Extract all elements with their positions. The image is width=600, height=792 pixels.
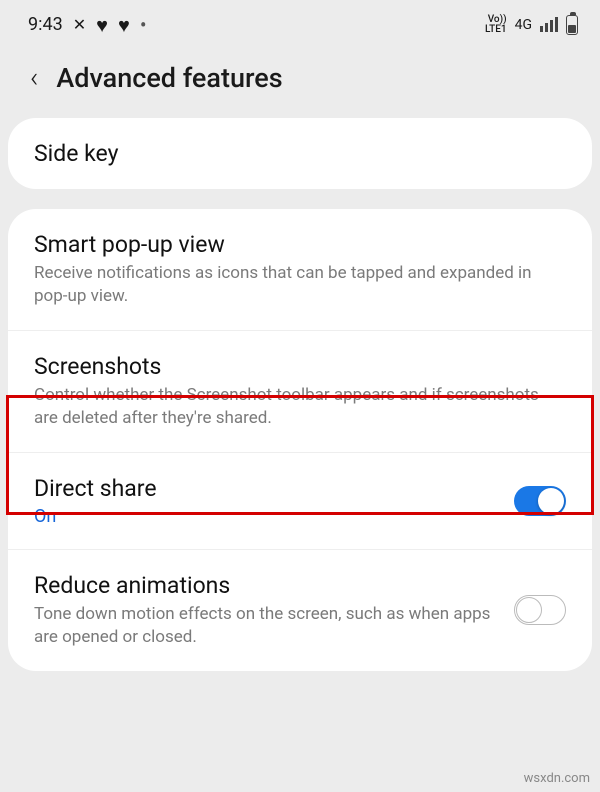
screenshots-title: Screenshots	[34, 353, 566, 380]
signal-icon	[540, 17, 558, 32]
side-key-row[interactable]: Side key	[8, 118, 592, 189]
side-key-card: Side key	[8, 118, 592, 189]
network-type: 4G	[515, 17, 532, 33]
reduce-animations-row[interactable]: Reduce animations Tone down motion effec…	[8, 550, 592, 671]
settings-card: Smart pop-up view Receive notifications …	[8, 209, 592, 671]
heart-icon: ♥	[118, 15, 130, 35]
page-title: Advanced features	[56, 62, 282, 94]
screenshots-row[interactable]: Screenshots Control whether the Screensh…	[8, 331, 592, 453]
back-button[interactable]: ‹	[30, 61, 38, 94]
smart-popup-title: Smart pop-up view	[34, 231, 566, 258]
status-left: 9:43 ✕ ♥ ♥ •	[28, 14, 147, 35]
volte-top: Vo))	[485, 15, 507, 25]
heart-icon: ♥	[96, 15, 108, 35]
smart-popup-desc: Receive notifications as icons that can …	[34, 262, 566, 308]
reduce-animations-desc: Tone down motion effects on the screen, …	[34, 603, 496, 649]
direct-share-toggle[interactable]	[514, 486, 566, 516]
watermark: wsxdn.com	[524, 771, 590, 786]
smart-popup-row[interactable]: Smart pop-up view Receive notifications …	[8, 209, 592, 331]
more-dot-icon: •	[140, 15, 147, 35]
header: ‹ Advanced features	[0, 43, 600, 118]
battery-icon	[566, 15, 578, 35]
status-bar: 9:43 ✕ ♥ ♥ • Vo)) LTE1 4G	[0, 0, 600, 43]
status-right: Vo)) LTE1 4G	[485, 15, 578, 35]
side-key-title: Side key	[34, 140, 566, 167]
direct-share-title: Direct share	[34, 475, 496, 502]
direct-share-row[interactable]: Direct share On	[8, 453, 592, 550]
screenshots-desc: Control whether the Screenshot toolbar a…	[34, 384, 566, 430]
volte-indicator: Vo)) LTE1	[485, 15, 507, 35]
reduce-animations-toggle[interactable]	[514, 595, 566, 625]
direct-share-status: On	[34, 506, 496, 527]
volte-bottom: LTE1	[485, 25, 507, 35]
reduce-animations-title: Reduce animations	[34, 572, 496, 599]
status-time: 9:43	[28, 14, 63, 35]
close-icon: ✕	[73, 15, 86, 34]
